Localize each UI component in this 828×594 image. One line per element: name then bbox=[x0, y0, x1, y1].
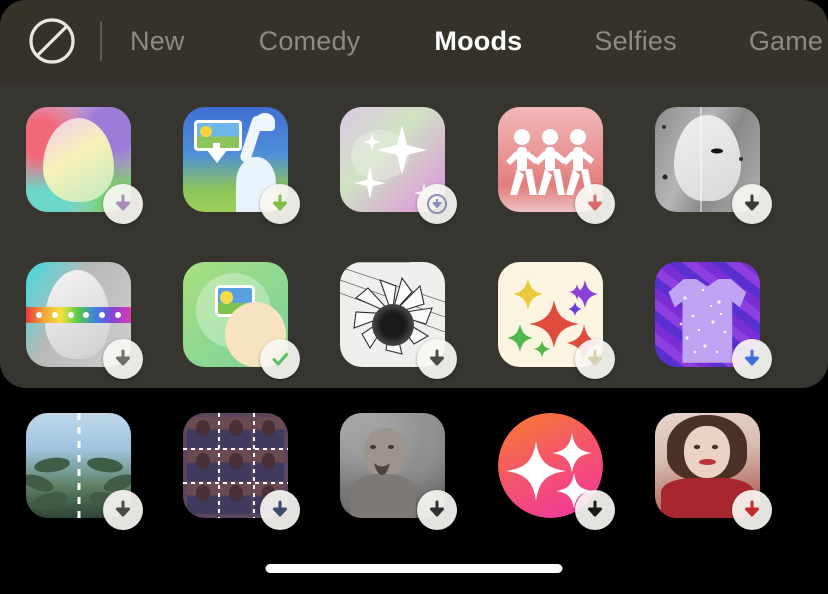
download-icon[interactable] bbox=[574, 184, 615, 224]
effects-row-1 bbox=[0, 82, 828, 237]
download-icon[interactable] bbox=[574, 339, 615, 379]
effect-cell[interactable] bbox=[472, 82, 629, 237]
effect-cell[interactable] bbox=[314, 237, 471, 388]
effects-row-3 bbox=[0, 388, 828, 543]
effect-cell[interactable] bbox=[157, 237, 314, 388]
download-icon[interactable] bbox=[417, 184, 458, 224]
download-icon[interactable] bbox=[260, 184, 301, 224]
effect-green-photo-blob[interactable] bbox=[183, 262, 301, 379]
download-icon[interactable] bbox=[103, 339, 144, 379]
effect-cell[interactable] bbox=[157, 388, 314, 543]
tab-selfies[interactable]: Selfies bbox=[588, 26, 682, 57]
effect-photo-hand[interactable] bbox=[183, 107, 301, 224]
effect-running-figures[interactable] bbox=[497, 107, 615, 224]
effects-row-2 bbox=[0, 237, 828, 388]
effect-cell[interactable] bbox=[0, 237, 157, 388]
effects-panel: New Comedy Moods Selfies Game bbox=[0, 0, 828, 388]
home-indicator[interactable] bbox=[265, 564, 563, 573]
category-tab-bar: New Comedy Moods Selfies Game bbox=[0, 0, 828, 82]
effect-gradient-sparkle[interactable] bbox=[497, 413, 615, 530]
effect-grayscale-mask[interactable] bbox=[654, 107, 772, 224]
effect-sparkle-glow[interactable] bbox=[340, 107, 458, 224]
effect-cell[interactable] bbox=[472, 388, 629, 543]
tab-list: New Comedy Moods Selfies Game bbox=[102, 0, 828, 82]
tab-games[interactable]: Game bbox=[743, 26, 828, 57]
app-screen: New Comedy Moods Selfies Game bbox=[0, 0, 828, 594]
effect-gradient-portrait[interactable] bbox=[26, 107, 144, 224]
effect-cell[interactable] bbox=[629, 388, 786, 543]
effect-cell[interactable] bbox=[0, 388, 157, 543]
effect-color-sparkles[interactable] bbox=[497, 262, 615, 379]
effect-sparkle-tshirt[interactable] bbox=[654, 262, 772, 379]
tab-comedy[interactable]: Comedy bbox=[253, 26, 367, 57]
tab-new[interactable]: New bbox=[124, 26, 191, 57]
download-icon[interactable] bbox=[417, 339, 458, 379]
effect-cell[interactable] bbox=[629, 237, 786, 388]
effect-cell[interactable] bbox=[314, 388, 471, 543]
effect-beauty-portrait[interactable] bbox=[654, 413, 772, 530]
download-icon[interactable] bbox=[731, 184, 772, 224]
effects-grid bbox=[0, 82, 828, 388]
download-icon[interactable] bbox=[417, 490, 458, 530]
download-icon[interactable] bbox=[731, 490, 772, 530]
effect-grid-collage[interactable] bbox=[183, 413, 301, 530]
effect-mirror-nature[interactable] bbox=[26, 413, 144, 530]
download-icon[interactable] bbox=[260, 490, 301, 530]
effect-smoky-portrait[interactable] bbox=[340, 413, 458, 530]
effect-cell[interactable] bbox=[472, 237, 629, 388]
download-icon[interactable] bbox=[731, 339, 772, 379]
download-icon[interactable] bbox=[103, 490, 144, 530]
effect-color-slider-face[interactable] bbox=[26, 262, 144, 379]
prohibition-icon[interactable] bbox=[26, 15, 78, 67]
effect-cell[interactable] bbox=[157, 82, 314, 237]
effect-cell[interactable] bbox=[629, 82, 786, 237]
effect-cell[interactable] bbox=[0, 82, 157, 237]
download-icon[interactable] bbox=[574, 490, 615, 530]
tab-moods[interactable]: Moods bbox=[428, 26, 528, 57]
download-icon[interactable] bbox=[103, 184, 144, 224]
effect-pencil-sunflower[interactable] bbox=[340, 262, 458, 379]
effect-cell[interactable] bbox=[314, 82, 471, 237]
check-icon[interactable] bbox=[260, 339, 301, 379]
